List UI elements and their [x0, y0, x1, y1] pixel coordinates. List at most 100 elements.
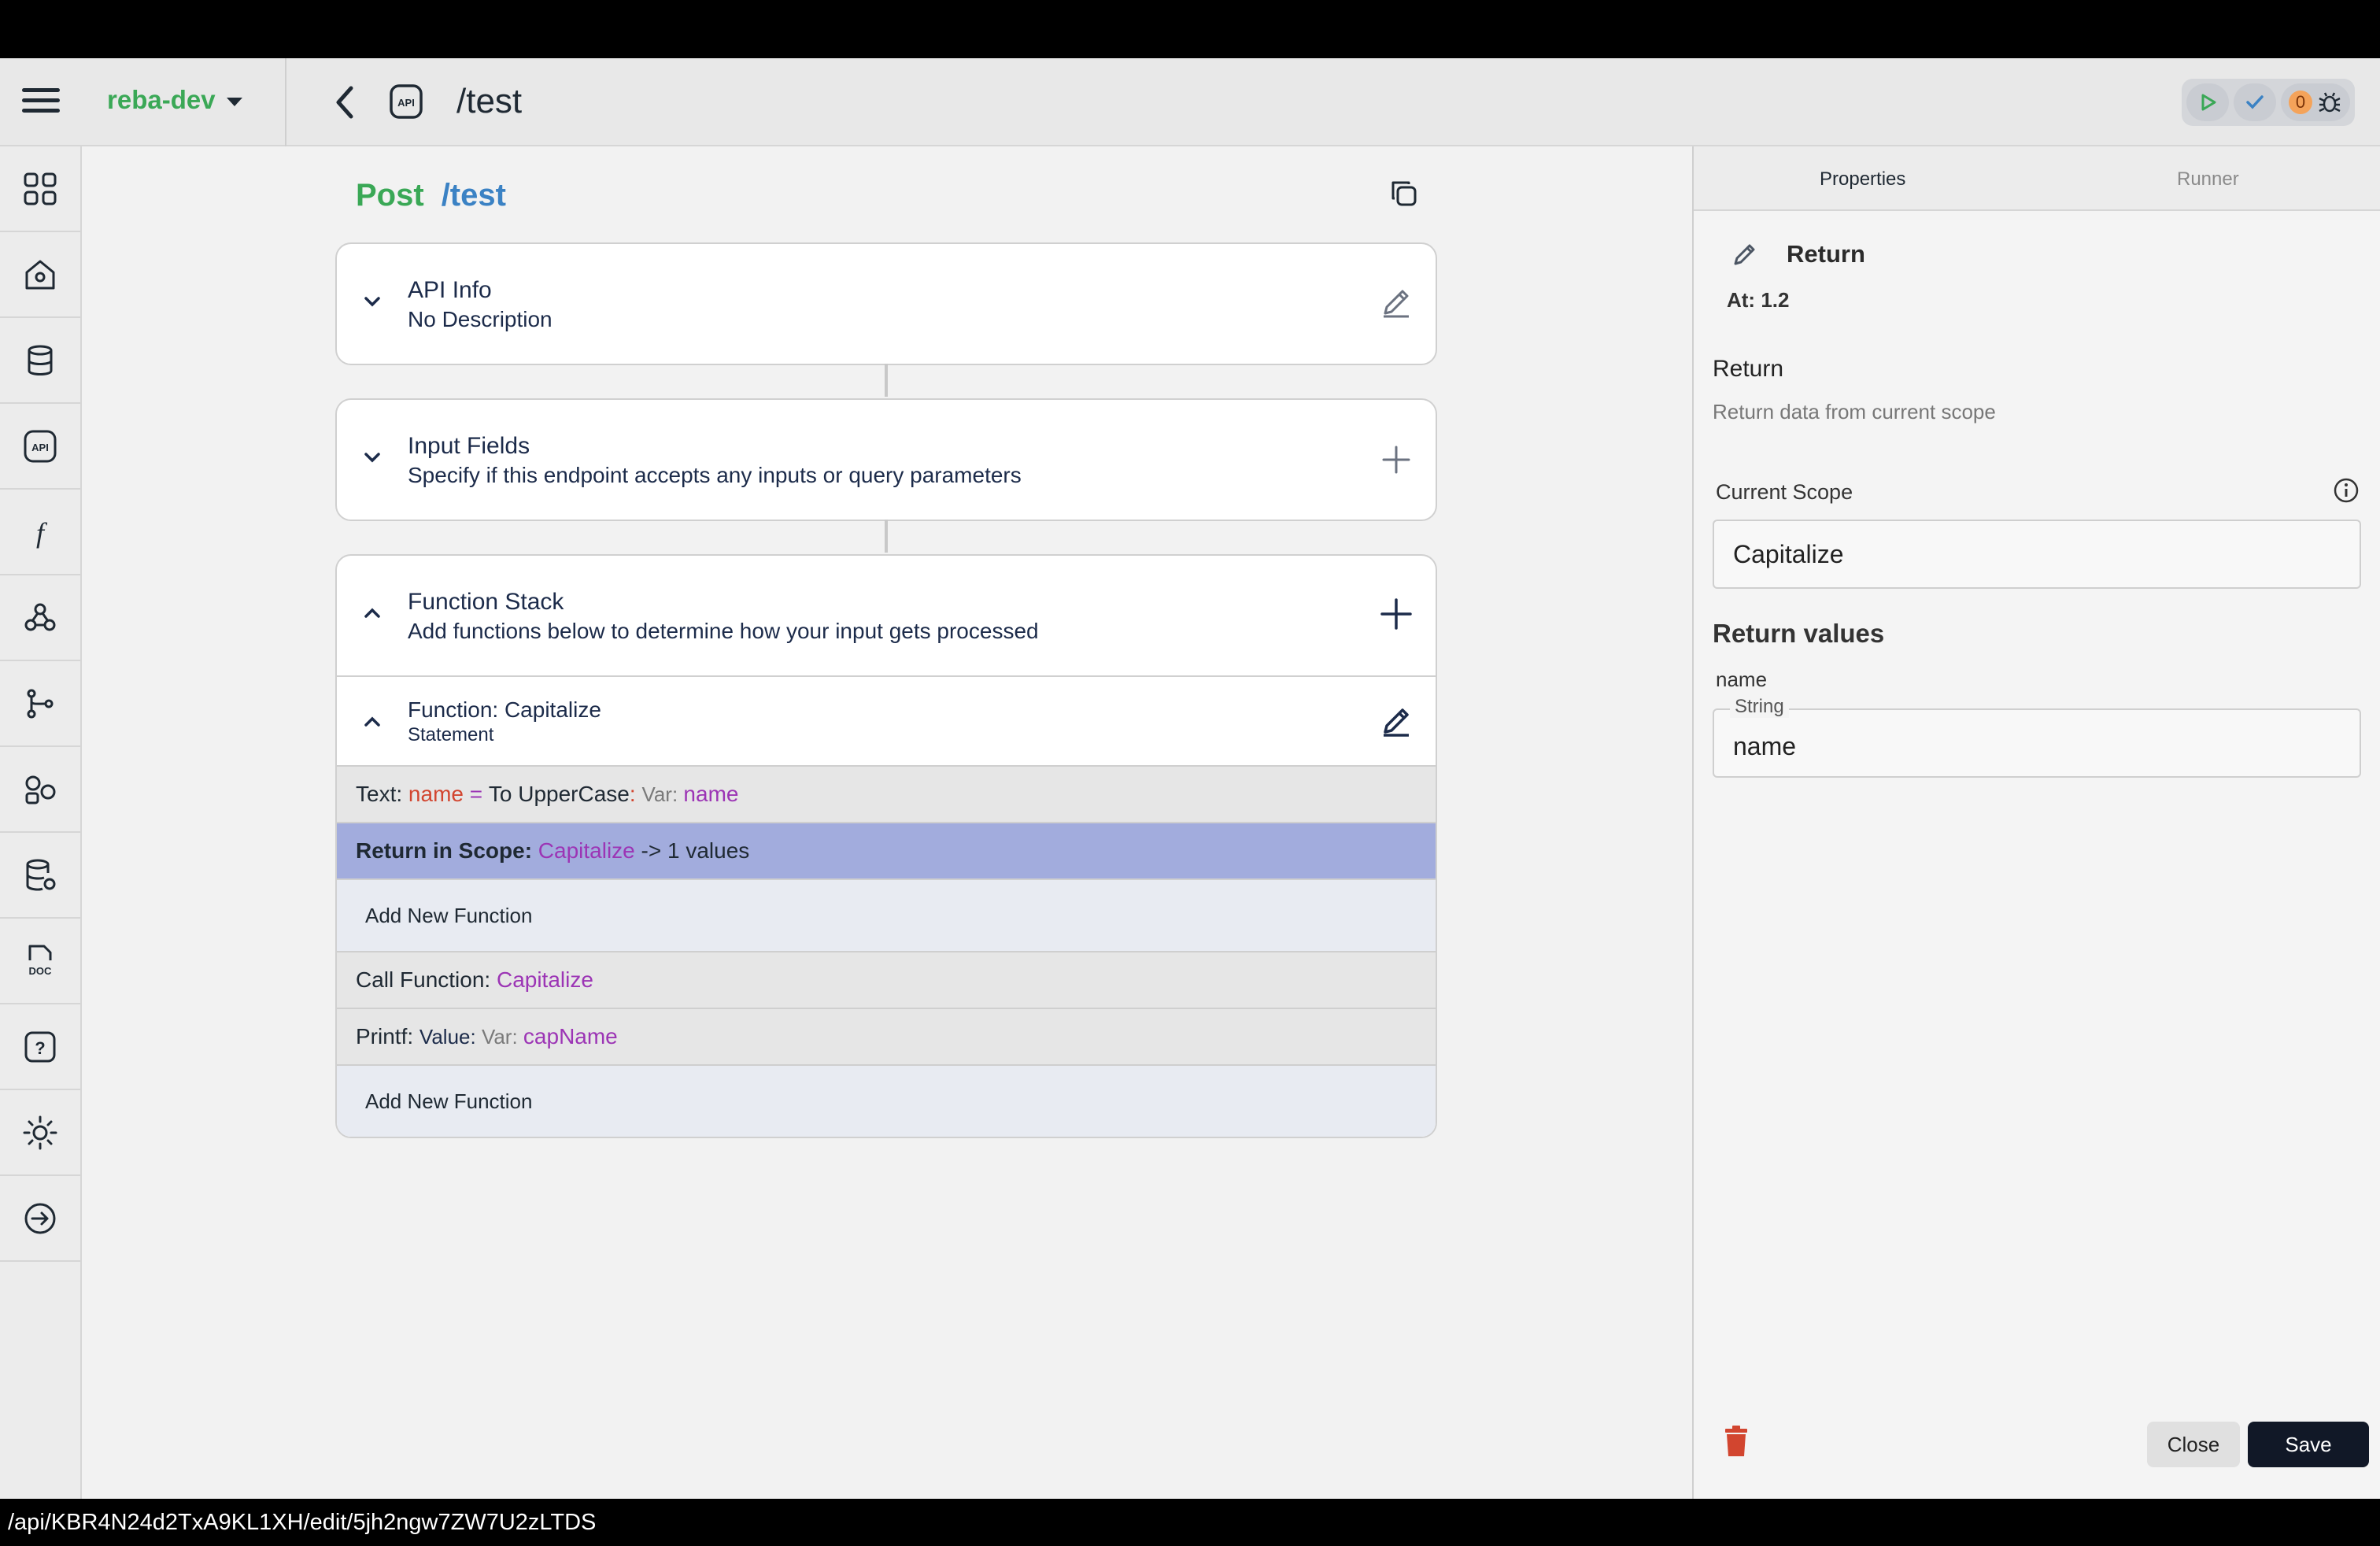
- sidebar-item-addons[interactable]: [0, 747, 80, 833]
- status-bar-url: /api/KBR4N24d2TxA9KL1XH/edit/5jh2ngw7ZW7…: [0, 1499, 2380, 1546]
- addons-icon: [25, 775, 56, 804]
- save-button[interactable]: Save: [2248, 1422, 2369, 1467]
- sidebar-item-logout[interactable]: [0, 1176, 80, 1262]
- logout-icon: [24, 1203, 56, 1233]
- sidebar-item-api[interactable]: API: [0, 404, 80, 490]
- api-info-title: API Info: [408, 277, 492, 303]
- return-values-title: Return values: [1713, 619, 1885, 648]
- add-plus-icon[interactable]: [1377, 441, 1415, 479]
- sidebar-item-help[interactable]: ?: [0, 1004, 80, 1090]
- database-settings-icon: [26, 859, 56, 890]
- header-divider: [285, 58, 286, 146]
- database-icon: [28, 345, 53, 375]
- copy-icon[interactable]: [1388, 178, 1420, 209]
- sidebar-item-home[interactable]: [0, 232, 80, 318]
- return-value-field[interactable]: String name: [1713, 696, 2361, 778]
- top-black-bar: [0, 0, 2380, 58]
- add-new-function-button[interactable]: Add New Function: [337, 878, 1436, 951]
- run-button[interactable]: [2186, 83, 2229, 121]
- sidebar-item-branches[interactable]: [0, 661, 80, 747]
- stmt-scope: Capitalize: [538, 838, 635, 863]
- section-description: Return data from current scope: [1713, 400, 1996, 423]
- statement-call-function[interactable]: Call Function: Capitalize: [337, 951, 1436, 1008]
- sidebar-item-docs[interactable]: DOC: [0, 919, 80, 1004]
- stmt-var: name: [408, 782, 464, 806]
- sidebar-item-database-settings[interactable]: [0, 833, 80, 919]
- chevron-up-icon[interactable]: [360, 601, 384, 625]
- info-icon[interactable]: [2333, 477, 2360, 504]
- stmt-eq: =: [463, 782, 489, 806]
- trash-icon[interactable]: [1722, 1425, 1750, 1458]
- add-plus-icon[interactable]: [1377, 595, 1415, 633]
- chevron-up-icon[interactable]: [360, 710, 384, 734]
- svg-text:DOC: DOC: [29, 965, 53, 977]
- chevron-down-icon[interactable]: [360, 290, 384, 313]
- tab-runner[interactable]: Runner: [2177, 168, 2239, 190]
- close-button[interactable]: Close: [2147, 1422, 2240, 1467]
- menu-icon[interactable]: [22, 88, 60, 117]
- add-new-function-button[interactable]: Add New Function: [337, 1064, 1436, 1137]
- edit-pencil-icon[interactable]: [1730, 239, 1760, 269]
- chevron-down-icon: [226, 97, 242, 106]
- input-fields-title: Input Fields: [408, 433, 530, 459]
- stmt-prefix: Printf:: [356, 1024, 419, 1049]
- edit-pencil-icon[interactable]: [1377, 283, 1415, 321]
- app-header: reba-dev API /test 0: [0, 58, 2380, 146]
- home-icon: [25, 260, 55, 289]
- chevron-down-icon[interactable]: [360, 446, 384, 469]
- issue-count-badge: 0: [2289, 91, 2312, 114]
- svg-text:API: API: [397, 97, 415, 109]
- stmt-value: Capitalize: [496, 967, 593, 992]
- stmt-op: To UpperCase: [488, 782, 630, 806]
- sidebar: API f DOC ?: [0, 146, 82, 1499]
- sidebar-item-webhooks[interactable]: [0, 575, 80, 661]
- function-icon: f: [36, 517, 48, 549]
- debug-button[interactable]: 0: [2281, 83, 2350, 121]
- current-scope-field[interactable]: Capitalize: [1713, 520, 2361, 589]
- sidebar-item-dashboard[interactable]: [0, 146, 80, 232]
- sidebar-item-theme[interactable]: [0, 1090, 80, 1176]
- sidebar-item-database[interactable]: [0, 318, 80, 404]
- svg-text:f: f: [36, 517, 48, 549]
- http-method: Post: [356, 178, 424, 213]
- statement-printf[interactable]: Printf: Value: Var: capName: [337, 1008, 1436, 1064]
- statement-return-in-scope[interactable]: Return in Scope: Capitalize -> 1 values: [337, 822, 1436, 878]
- stmt-prefix: Return in Scope:: [356, 838, 538, 863]
- stmt-suffix: -> 1 values: [634, 838, 750, 863]
- check-icon: [2246, 95, 2264, 109]
- endpoint-path: /test: [441, 178, 506, 213]
- function-stack-description: Add functions below to determine how you…: [408, 619, 1039, 643]
- theme-icon: [23, 1115, 57, 1149]
- validate-button[interactable]: [2234, 83, 2276, 121]
- statement-text-uppercase[interactable]: Text: name = To UpperCase: Var: name: [337, 765, 1436, 822]
- api-icon: API: [390, 84, 423, 119]
- sidebar-item-functions[interactable]: f: [0, 490, 80, 575]
- function-stack-title: Function Stack: [408, 589, 564, 615]
- back-arrow-icon[interactable]: [327, 80, 362, 124]
- panel-title: Return: [1787, 240, 1865, 268]
- stmt-var-value: name: [683, 782, 739, 806]
- flow-connector: [885, 364, 888, 397]
- step-position: At: 1.2: [1727, 288, 1790, 312]
- workspace-switcher[interactable]: reba-dev: [107, 85, 242, 115]
- doc-icon: DOC: [28, 945, 53, 977]
- branch-icon: [27, 689, 54, 718]
- input-fields-card[interactable]: Input Fields Specify if this endpoint ac…: [335, 398, 1437, 521]
- function-stack-card: Function Stack Add functions below to de…: [335, 554, 1437, 1138]
- function-header[interactable]: Function: Capitalize Statement: [337, 675, 1436, 765]
- bug-icon: [2319, 92, 2341, 113]
- flow-connector: [885, 520, 888, 553]
- stmt-var-label: Var:: [641, 782, 684, 806]
- input-fields-description: Specify if this endpoint accepts any inp…: [408, 463, 1022, 487]
- help-icon: ?: [24, 1031, 56, 1062]
- function-title: Function: Capitalize: [408, 697, 601, 722]
- endpoint-title: Post /test: [356, 178, 506, 213]
- return-value-name-label: name: [1716, 668, 1768, 691]
- field-type-label: String: [1730, 696, 1789, 718]
- tab-properties[interactable]: Properties: [1820, 168, 1905, 190]
- current-scope-label: Current Scope: [1716, 480, 1853, 504]
- webhook-icon: [24, 603, 56, 631]
- properties-panel: Properties Runner Return At: 1.2 Return …: [1692, 146, 2380, 1499]
- edit-pencil-icon[interactable]: [1377, 702, 1415, 740]
- api-info-card[interactable]: API Info No Description: [335, 242, 1437, 365]
